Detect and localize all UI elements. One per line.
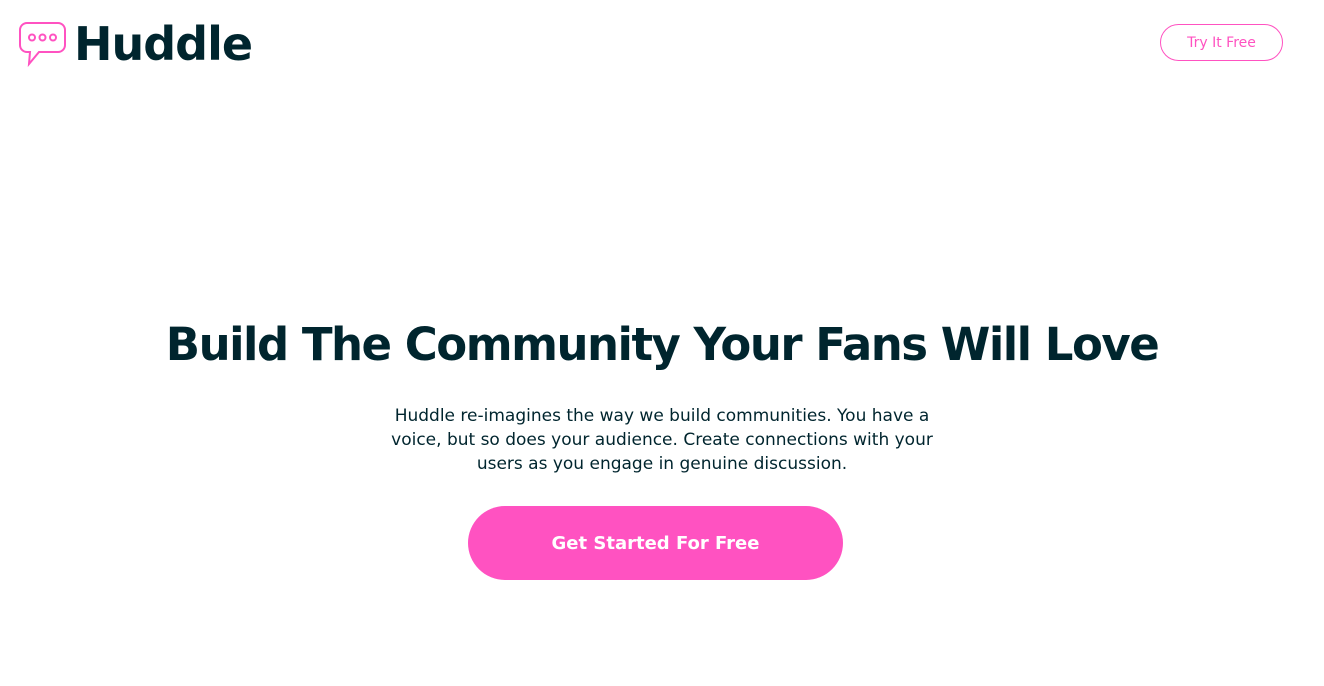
hero-description: Huddle re-imagines the way we build comm… xyxy=(391,406,933,474)
get-started-button[interactable]: Get Started For Free xyxy=(468,506,843,580)
logo-text: Huddle xyxy=(74,17,253,71)
try-it-free-button[interactable]: Try It Free xyxy=(1160,24,1283,61)
hero-title: Build The Community Your Fans Will Love xyxy=(165,318,1160,371)
logo[interactable]: Huddle xyxy=(19,17,253,71)
hero-section: Build The Community Your Fans Will Love … xyxy=(0,300,1324,476)
chat-bubble-icon xyxy=(19,22,66,67)
site-header: Huddle Try It Free xyxy=(0,0,1324,90)
